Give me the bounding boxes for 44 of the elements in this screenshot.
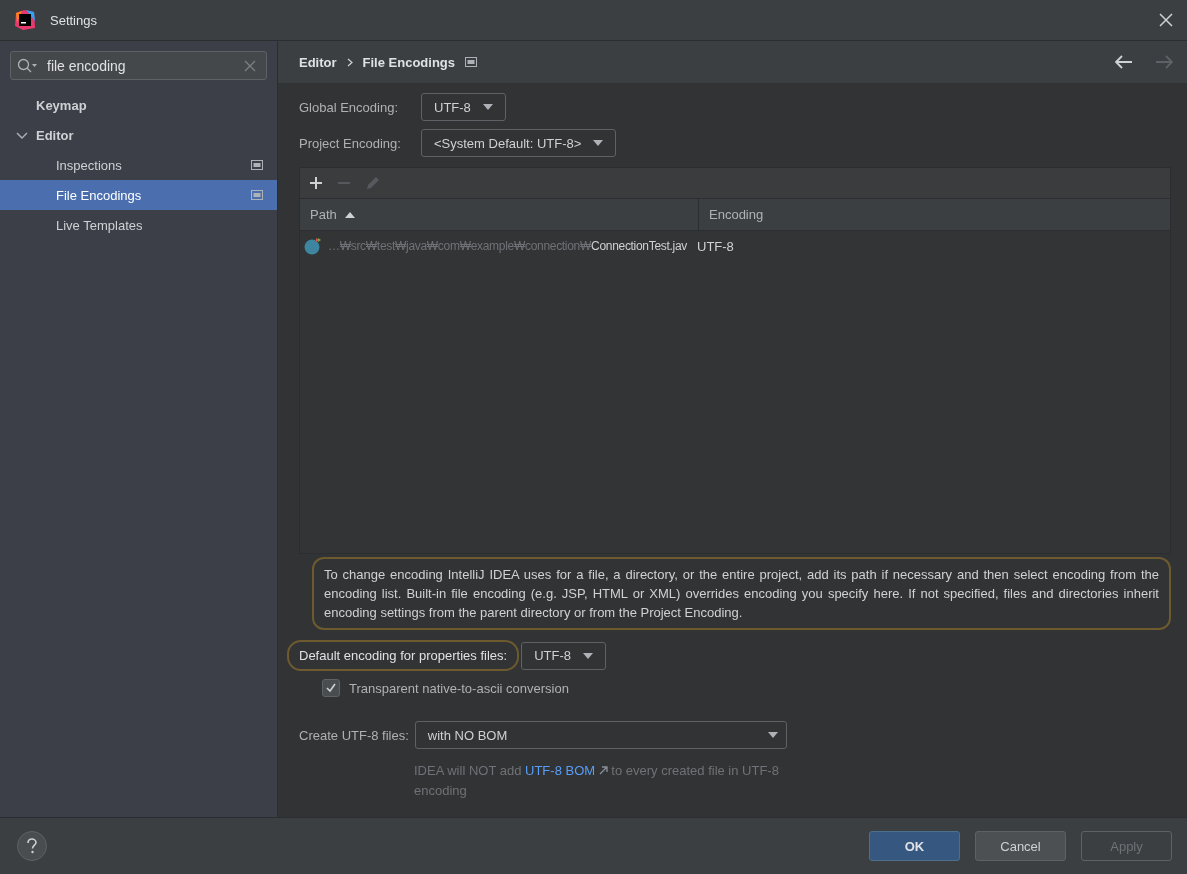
project-encoding-dropdown[interactable]: <System Default: UTF-8> (421, 129, 617, 157)
search-field[interactable]: file encoding (10, 51, 267, 80)
breadcrumb-item: Editor (299, 54, 337, 70)
dropdown-arrow-icon (767, 732, 778, 738)
sidebar-item[interactable]: Inspections (0, 150, 277, 180)
question-icon (26, 838, 38, 854)
field-label: Project Encoding: (299, 135, 402, 151)
checkbox-label: Transparent native-to-ascii conversion (349, 680, 569, 696)
chevron-right-icon (346, 57, 353, 67)
create-utf8-dropdown[interactable]: with NO BOM (414, 721, 787, 749)
java-class-icon (304, 237, 322, 255)
utf8-bom-link[interactable]: UTF-8 BOM (525, 763, 608, 778)
column-header[interactable]: Encoding (699, 199, 774, 230)
help-button[interactable] (17, 831, 47, 861)
external-link-icon (598, 766, 608, 775)
help-text: To change encoding IntelliJ IDEA uses for a file, a directory, or the entire project, add its path if necessary and then select encoding from the encoding list. Built-in file encoding (e.g. JSP, HTML or XML) overrides encoding you specify here. If not specified, files and directories inherit encoding settings from the parent directory or from the Project Encoding. (312, 557, 1171, 630)
table-cell: …₩src₩test₩java₩com₩example₩connection₩ConnectionTest.jav (300, 237, 691, 255)
properties-encoding-dropdown[interactable]: UTF-8 (521, 641, 606, 670)
breadcrumb-item: File Encodings (362, 54, 456, 70)
window-title: Settings (50, 12, 97, 28)
close-icon[interactable] (1159, 13, 1173, 27)
sidebar-item[interactable]: Live Templates (0, 210, 277, 240)
app-logo-icon (14, 9, 36, 31)
field-label: Default encoding for properties files: (287, 640, 520, 671)
field-label: Global Encoding: (299, 99, 399, 115)
checkmark-icon (325, 682, 337, 694)
dialog-button[interactable]: Cancel (975, 831, 1066, 861)
global-encoding-dropdown[interactable]: UTF-8 (421, 93, 506, 121)
dialog-button[interactable]: OK (869, 831, 960, 861)
bom-note: IDEA will NOT add UTF-8 BOM to every created file in UTF-8 encoding (414, 762, 780, 800)
add-icon[interactable] (309, 176, 323, 190)
dropdown-arrow-icon (593, 140, 604, 146)
sidebar-item[interactable]: Keymap (0, 90, 277, 120)
column-header[interactable]: Path (300, 199, 699, 230)
search-icon (17, 57, 39, 74)
sidebar-item[interactable]: Editor (0, 120, 277, 150)
search-input[interactable]: file encoding (45, 56, 238, 75)
back-arrow-icon[interactable] (1115, 55, 1133, 69)
sidebar-item[interactable]: File Encodings (0, 180, 277, 210)
field-label: Create UTF-8 files: (299, 727, 409, 743)
dropdown-arrow-icon (482, 104, 493, 110)
checkbox[interactable] (322, 679, 340, 697)
dropdown-arrow-icon (582, 652, 593, 659)
table-cell-text: UTF-8 (696, 238, 735, 254)
